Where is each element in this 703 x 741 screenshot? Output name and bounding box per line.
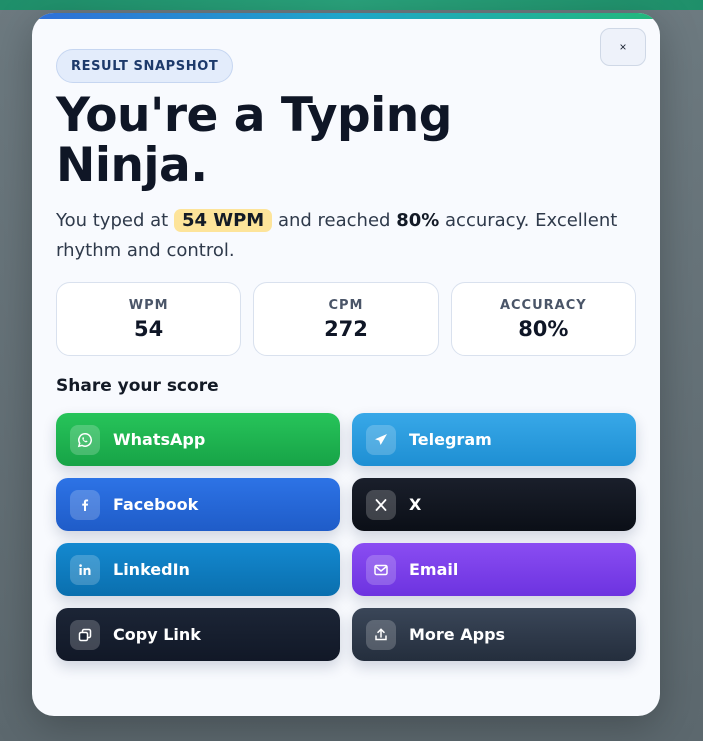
accuracy-highlight: 80% (396, 210, 440, 231)
share-button-label: Copy Link (113, 625, 201, 644)
share-x-button[interactable]: X (352, 478, 636, 531)
stats-row: WPM 54 CPM 272 ACCURACY 80% (56, 282, 636, 356)
share-button-label: X (409, 495, 422, 514)
share-email-button[interactable]: Email (352, 543, 636, 596)
share-whatsapp-button[interactable]: WhatsApp (56, 413, 340, 466)
facebook-icon (70, 489, 100, 520)
stat-label: ACCURACY (499, 297, 587, 313)
stat-card-accuracy: ACCURACY 80% (450, 282, 636, 356)
share-telegram-button[interactable]: Telegram (352, 413, 636, 466)
stat-card-wpm: WPM 54 (56, 282, 242, 356)
x-icon (366, 489, 396, 520)
share-button-label: Facebook (113, 495, 199, 514)
stat-label: CPM (328, 297, 364, 313)
whatsapp-icon (70, 424, 100, 455)
close-icon: × (619, 40, 627, 54)
stat-value: 272 (324, 316, 368, 341)
result-snapshot-badge: RESULT SNAPSHOT (56, 49, 234, 83)
telegram-icon (366, 424, 396, 455)
email-icon (366, 554, 396, 585)
share-button-label: More Apps (409, 625, 506, 644)
backdrop-top-bar (0, 0, 703, 10)
stat-card-cpm: CPM 272 (253, 282, 439, 356)
share-heading: Share your score (56, 376, 219, 396)
share-linkedin-button[interactable]: LinkedIn (56, 543, 340, 596)
more-apps-button[interactable]: More Apps (352, 608, 636, 661)
share-facebook-button[interactable]: Facebook (56, 478, 340, 531)
share-upload-icon (366, 619, 396, 650)
summary-prefix: You typed at (56, 210, 169, 231)
stat-label: WPM (128, 297, 169, 313)
wpm-highlight: 54 WPM (173, 209, 273, 232)
result-modal: × RESULT SNAPSHOT You're a Typing Ninja.… (32, 13, 660, 716)
share-button-label: Email (409, 560, 459, 579)
result-summary: You typed at 54 WPM and reached 80% accu… (56, 206, 636, 266)
copy-link-icon (70, 619, 100, 650)
result-title: You're a Typing Ninja. (56, 88, 452, 193)
linkedin-icon (70, 554, 100, 585)
modal-accent-bar (32, 13, 660, 19)
summary-middle: and reached (277, 210, 391, 231)
share-button-label: LinkedIn (113, 560, 190, 579)
close-button[interactable]: × (600, 28, 646, 66)
copy-link-button[interactable]: Copy Link (56, 608, 340, 661)
stat-value: 54 (134, 316, 164, 341)
share-button-label: WhatsApp (113, 430, 206, 449)
share-buttons-grid: WhatsApp Telegram Facebook X LinkedIn Em… (56, 413, 636, 661)
stat-value: 80% (518, 316, 569, 341)
share-button-label: Telegram (409, 430, 492, 449)
